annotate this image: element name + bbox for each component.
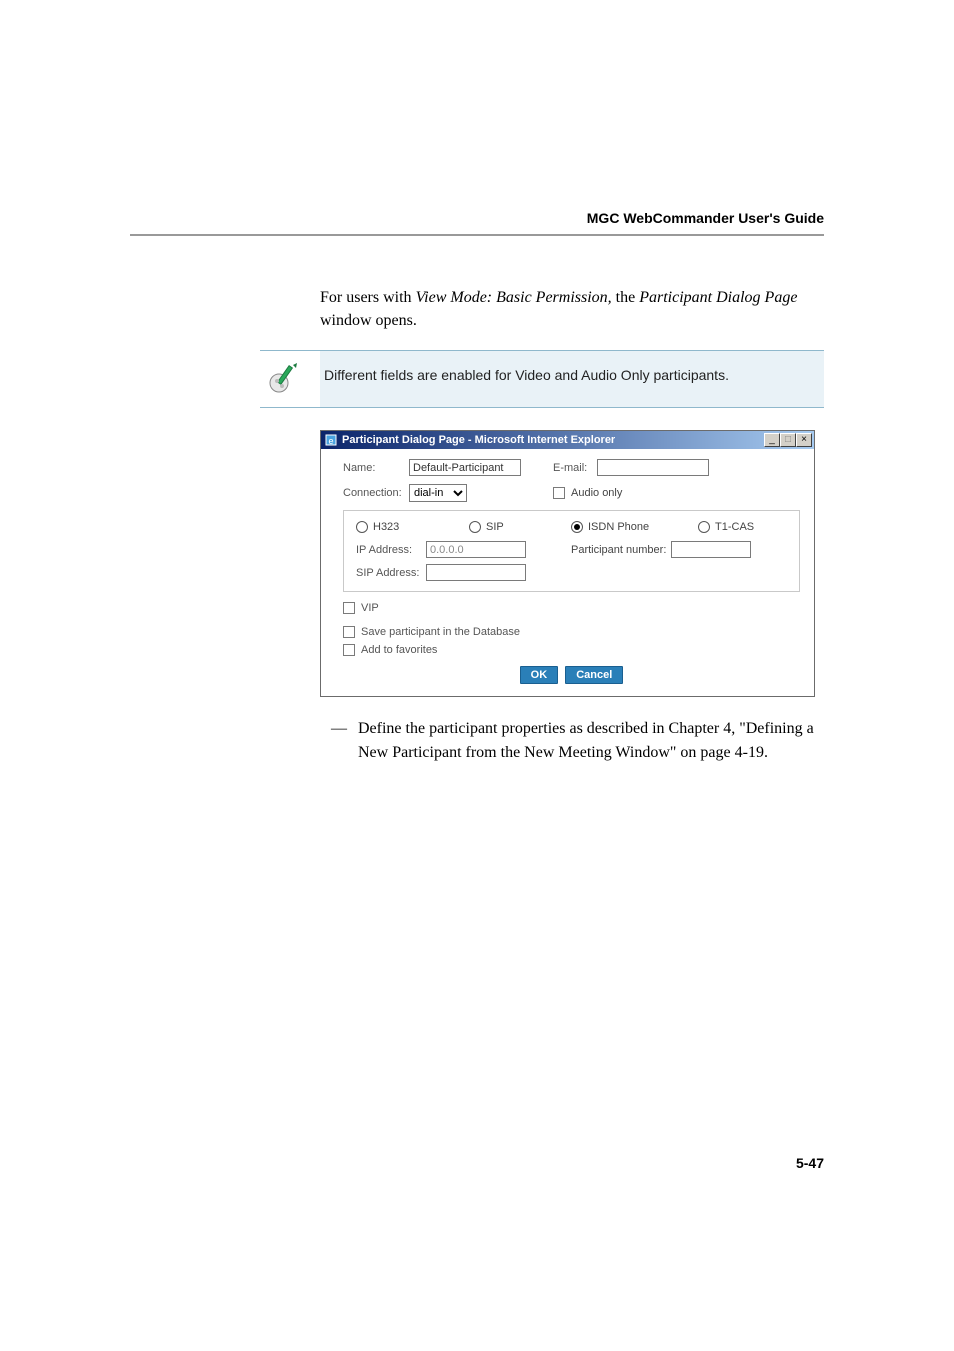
ie-icon: e [324, 433, 338, 447]
bullet-text: Define the participant properties as des… [358, 717, 824, 763]
save-db-label: Save participant in the Database [361, 626, 520, 638]
intro-paragraph: For users with View Mode: Basic Permissi… [320, 286, 824, 332]
h323-label: H323 [373, 521, 469, 533]
email-input[interactable] [597, 459, 709, 476]
bullet-paragraph: — Define the participant properties as d… [320, 717, 824, 763]
header-rule [130, 234, 824, 236]
add-fav-checkbox[interactable] [343, 644, 355, 656]
connection-select[interactable]: dial-in [409, 484, 467, 502]
intro-italic-1: View Mode: Basic Permission, [416, 289, 612, 306]
ok-button[interactable]: OK [520, 666, 559, 684]
add-fav-label: Add to favorites [361, 644, 437, 656]
sip-address-label: SIP Address: [356, 567, 426, 579]
participant-number-input[interactable] [671, 541, 751, 558]
email-label: E-mail: [553, 462, 597, 474]
maximize-button[interactable]: □ [780, 433, 796, 447]
note-callout: Different fields are enabled for Video a… [260, 350, 824, 408]
ip-address-input[interactable] [426, 541, 526, 558]
isdn-radio[interactable] [571, 521, 583, 533]
note-text: Different fields are enabled for Video a… [310, 361, 735, 389]
sip-address-input[interactable] [426, 564, 526, 581]
protocol-group: H323 SIP IP Address: SIP Address: [343, 510, 800, 592]
minimize-button[interactable]: _ [764, 433, 780, 447]
t1cas-label: T1-CAS [715, 521, 754, 533]
t1cas-radio[interactable] [698, 521, 710, 533]
audio-only-checkbox[interactable] [553, 487, 565, 499]
page-header-title: MGC WebCommander User's Guide [587, 210, 824, 226]
titlebar: e Participant Dialog Page - Microsoft In… [321, 431, 814, 449]
isdn-label: ISDN Phone [588, 521, 698, 533]
name-input[interactable] [409, 459, 521, 476]
titlebar-text: Participant Dialog Page - Microsoft Inte… [342, 434, 764, 446]
note-icon [260, 361, 310, 397]
page-number: 5-47 [796, 1155, 824, 1171]
vip-checkbox[interactable] [343, 602, 355, 614]
intro-italic-2: Participant Dialog Page [639, 289, 797, 306]
ip-address-label: IP Address: [356, 544, 426, 556]
cancel-button[interactable]: Cancel [565, 666, 623, 684]
intro-mid: the [612, 289, 640, 306]
name-label: Name: [343, 462, 409, 474]
audio-only-label: Audio only [571, 487, 622, 499]
connection-label: Connection: [343, 487, 409, 499]
h323-radio[interactable] [356, 521, 368, 533]
vip-label: VIP [361, 602, 379, 614]
close-button[interactable]: × [796, 433, 812, 447]
svg-text:e: e [328, 436, 333, 446]
save-db-checkbox[interactable] [343, 626, 355, 638]
participant-dialog-window: e Participant Dialog Page - Microsoft In… [320, 430, 815, 697]
intro-suffix: window opens. [320, 312, 417, 329]
bullet-dash: — [320, 717, 358, 763]
sip-label: SIP [486, 521, 504, 533]
participant-number-label: Participant number: [571, 544, 671, 556]
sip-radio[interactable] [469, 521, 481, 533]
intro-prefix: For users with [320, 289, 416, 306]
